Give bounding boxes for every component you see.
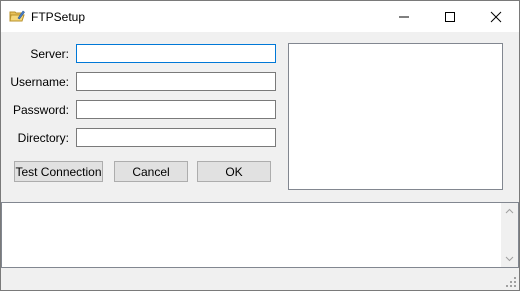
- directory-label: Directory:: [17, 131, 69, 145]
- username-label: Username:: [10, 75, 69, 89]
- minimize-icon: [399, 16, 409, 18]
- scroll-up-button[interactable]: [501, 203, 518, 220]
- ok-button[interactable]: OK: [197, 161, 271, 182]
- maximize-button[interactable]: [427, 1, 473, 32]
- resize-grip-icon[interactable]: [505, 276, 517, 288]
- window-title: FTPSetup: [31, 10, 86, 24]
- directory-listbox[interactable]: [288, 43, 503, 190]
- username-input[interactable]: [76, 72, 276, 91]
- close-icon: [490, 11, 502, 23]
- log-scrollbar[interactable]: [501, 203, 518, 267]
- minimize-button[interactable]: [381, 1, 427, 32]
- password-input[interactable]: [76, 100, 276, 119]
- output-log-textarea[interactable]: [1, 202, 519, 268]
- title-bar[interactable]: FTPSetup: [1, 1, 519, 32]
- ftp-setup-window: FTPSetup Server: Username: Password: Dir…: [0, 0, 520, 291]
- status-bar: [1, 268, 519, 290]
- maximize-icon: [445, 12, 455, 22]
- test-connection-button[interactable]: Test Connection: [14, 161, 103, 182]
- close-button[interactable]: [473, 1, 519, 32]
- directory-input[interactable]: [76, 128, 276, 147]
- folder-pencil-icon: [9, 9, 25, 23]
- server-input[interactable]: [76, 44, 276, 63]
- server-label: Server:: [30, 47, 69, 61]
- chevron-up-icon: [505, 208, 514, 214]
- scroll-down-button[interactable]: [501, 250, 518, 267]
- password-label: Password:: [12, 103, 69, 117]
- cancel-button[interactable]: Cancel: [114, 161, 188, 182]
- chevron-down-icon: [505, 256, 514, 262]
